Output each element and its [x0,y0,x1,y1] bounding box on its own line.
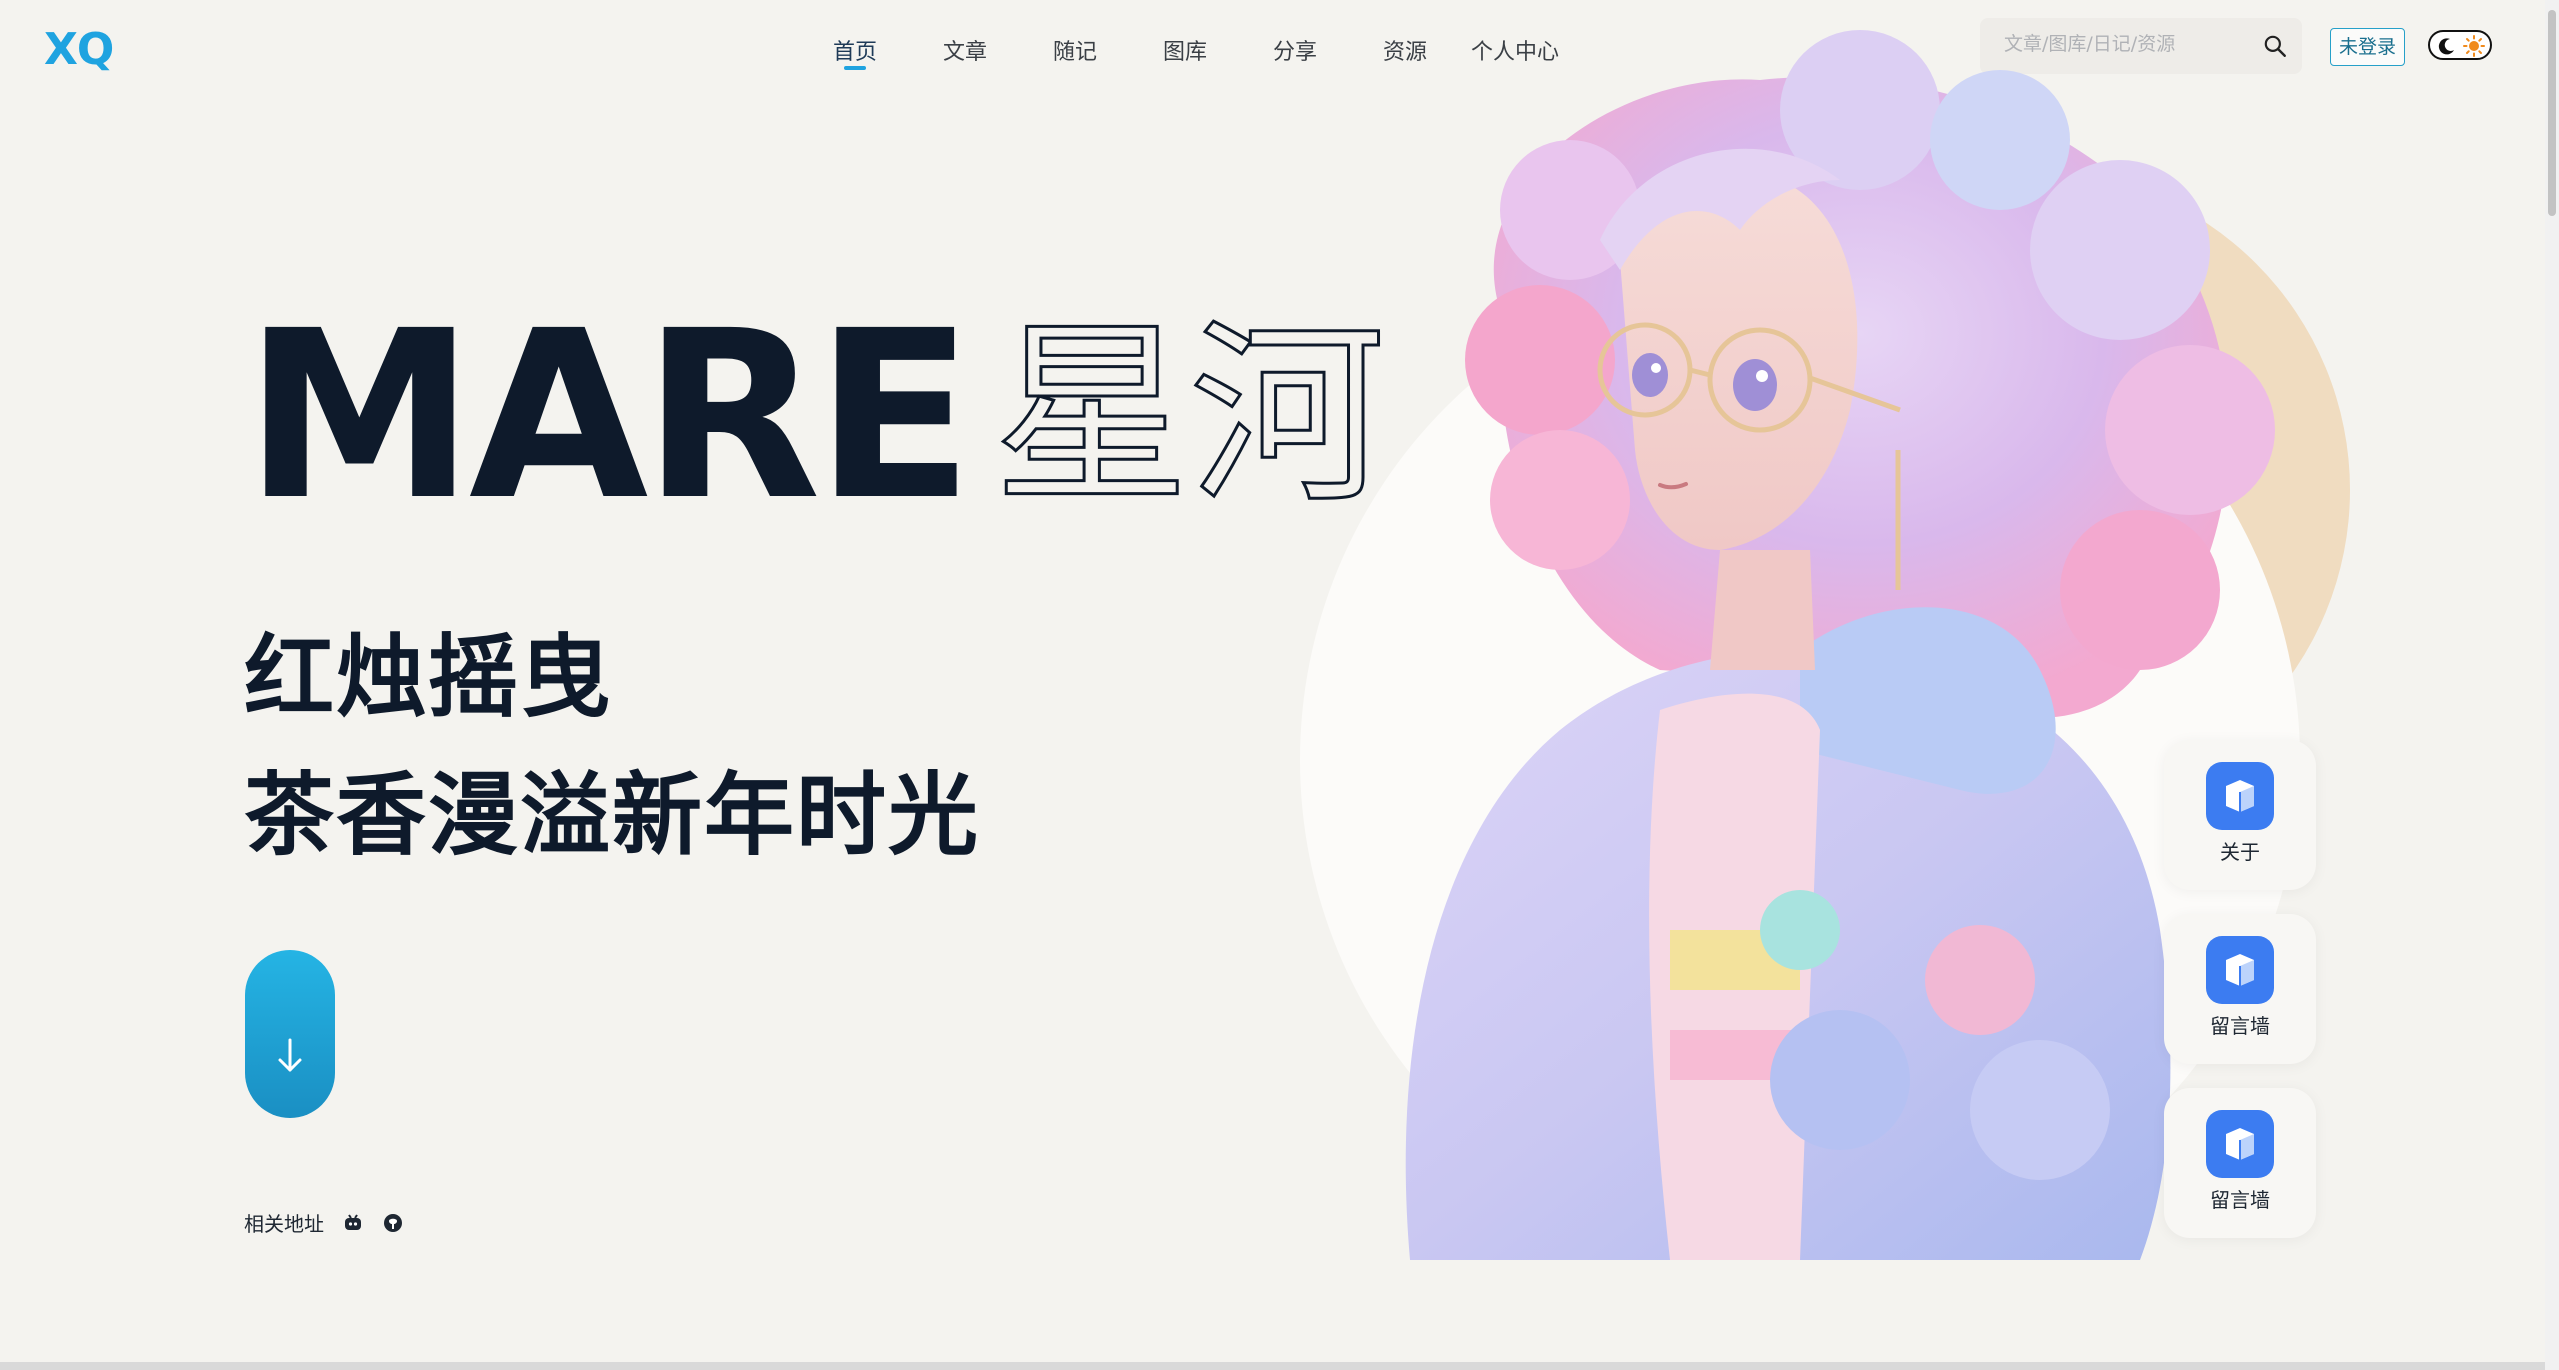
side-card-label: 留言墙 [2210,1014,2270,1038]
side-card-guestbook[interactable]: 留言墙 [2164,914,2316,1064]
hero-illustration [1300,30,2350,1260]
hero-title-en: MARE [244,281,974,551]
side-card-label: 留言墙 [2210,1188,2270,1212]
page-scrollbar[interactable] [2545,0,2559,1370]
related-links: 相关地址 [244,1208,404,1237]
nav-item-articles[interactable]: 文章 [910,30,1020,70]
cube-icon [2206,936,2274,1004]
scroll-down-button[interactable] [245,950,335,1118]
horizontal-scrollbar[interactable] [0,1362,2545,1370]
robot-icon[interactable] [342,1212,364,1234]
scrollbar-thumb[interactable] [2548,10,2556,216]
theme-toggle[interactable] [2428,30,2492,60]
nav-item-home[interactable]: 首页 [800,30,910,70]
site-logo[interactable]: XQ [44,24,114,75]
nav-item-gallery[interactable]: 图库 [1130,30,1240,70]
hero-title: MARE 星河 [244,281,1387,551]
hero-title-zh: 星河 [992,302,1387,530]
nav-item-notes[interactable]: 随记 [1020,30,1130,70]
github-icon[interactable] [382,1212,404,1234]
hero-subtitle-1: 红烛摇曳 [244,625,612,730]
arrow-down-icon [278,1038,302,1072]
moon-icon [2438,38,2454,55]
sun-icon [2463,35,2485,57]
side-card-guestbook-2[interactable]: 留言墙 [2164,1088,2316,1238]
related-links-label: 相关地址 [244,1212,324,1236]
side-card-label: 关于 [2220,840,2260,864]
hero-subtitle-2: 茶香漫溢新年时光 [244,763,980,868]
cube-icon [2206,1110,2274,1178]
side-card-about[interactable]: 关于 [2164,740,2316,890]
cube-icon [2206,762,2274,830]
